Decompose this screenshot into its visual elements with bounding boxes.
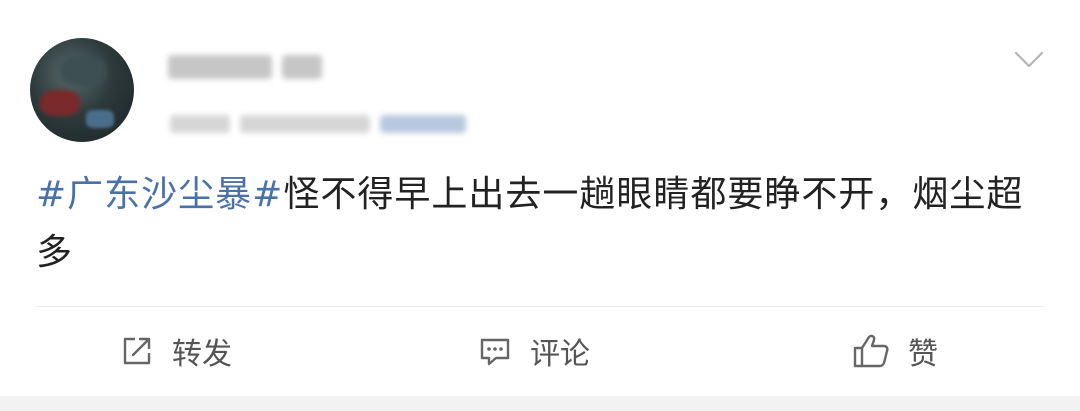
chevron-down-icon[interactable]: [1014, 50, 1044, 70]
post-meta-blurred: [170, 112, 476, 136]
like-label: 赞: [908, 337, 938, 372]
repost-button[interactable]: 转发: [120, 322, 232, 380]
repost-label: 转发: [172, 337, 232, 372]
bottom-separator-bar: [0, 396, 1080, 411]
avatar[interactable]: [30, 38, 134, 142]
weibo-post-card: #广东沙尘暴#怪不得早上出去一趟眼睛都要睁不开，烟尘超多 转发 评论 赞: [0, 0, 1080, 411]
divider: [36, 306, 1044, 307]
username-blurred[interactable]: [168, 52, 332, 82]
action-bar: 转发 评论 赞: [0, 322, 1080, 380]
comment-icon: [480, 338, 510, 366]
thumbs-up-icon: [853, 334, 889, 368]
like-button[interactable]: 赞: [852, 322, 938, 380]
post-text: #广东沙尘暴#怪不得早上出去一趟眼睛都要睁不开，烟尘超多: [36, 166, 1026, 282]
share-icon: [123, 337, 151, 365]
comment-label: 评论: [530, 337, 590, 372]
topic-link[interactable]: #广东沙尘暴#: [36, 174, 283, 215]
comment-button[interactable]: 评论: [478, 322, 590, 380]
